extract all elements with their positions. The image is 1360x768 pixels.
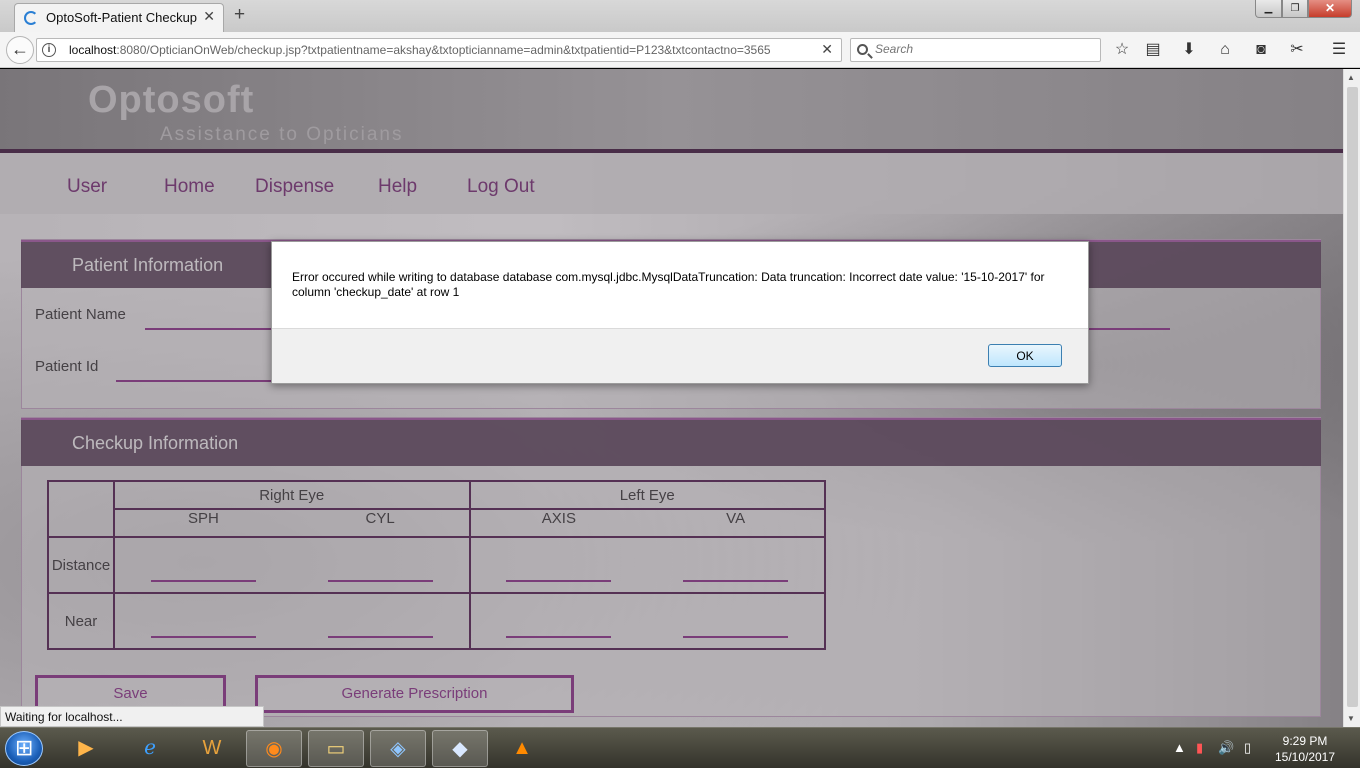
volume-icon[interactable]: 🔊 bbox=[1218, 740, 1234, 756]
home-icon[interactable]: ⌂ bbox=[1214, 40, 1236, 60]
scroll-down-icon[interactable]: ▼ bbox=[1347, 714, 1355, 723]
scroll-thumb[interactable] bbox=[1347, 87, 1358, 707]
ok-button[interactable]: OK bbox=[988, 344, 1062, 367]
maximize-button[interactable]: ❐ bbox=[1282, 0, 1308, 18]
tray-expand-icon[interactable]: ▲ bbox=[1173, 740, 1186, 755]
clock-time: 9:29 PM bbox=[1282, 734, 1328, 748]
browser-titlebar: OptoSoft-Patient Checkup ✕ + ▁ ❐ ✕ bbox=[0, 0, 1360, 32]
dialog-footer: OK bbox=[272, 328, 1088, 383]
loading-spinner-icon bbox=[24, 11, 38, 25]
pocket-icon[interactable]: ◙ bbox=[1250, 40, 1272, 60]
file-explorer-icon[interactable]: ▭ bbox=[308, 730, 364, 767]
firefox-icon[interactable]: ◉ bbox=[246, 730, 302, 767]
network-icon[interactable]: ▮ bbox=[1196, 740, 1203, 756]
error-dialog: Error occured while writing to database … bbox=[271, 241, 1089, 384]
system-clock[interactable]: 9:29 PM 15/10/2017 bbox=[1262, 733, 1348, 765]
search-input[interactable] bbox=[875, 42, 1095, 56]
search-box[interactable] bbox=[850, 38, 1101, 62]
url-bar[interactable]: i localhost:8080/OpticianOnWeb/checkup.j… bbox=[36, 38, 842, 62]
page-viewport: Optosoft Assistance to Opticians User Ho… bbox=[0, 69, 1343, 727]
internet-explorer-icon[interactable]: ℯ bbox=[122, 730, 178, 767]
url-host: localhost bbox=[69, 43, 117, 57]
download-icon[interactable]: ⬇ bbox=[1178, 40, 1200, 60]
search-icon bbox=[857, 44, 868, 55]
url-path: :8080/OpticianOnWeb/checkup.jsp?txtpatie… bbox=[116, 43, 771, 57]
close-window-button[interactable]: ✕ bbox=[1308, 0, 1352, 18]
browser-navbar: ← i localhost:8080/OpticianOnWeb/checkup… bbox=[0, 32, 1360, 68]
status-bar: Waiting for localhost... bbox=[0, 706, 264, 727]
back-arrow-icon[interactable]: ← bbox=[6, 36, 34, 64]
start-button[interactable] bbox=[5, 731, 43, 766]
vlc-icon[interactable]: ▲ bbox=[494, 730, 550, 767]
new-tab-icon[interactable]: + bbox=[234, 4, 245, 26]
url-text[interactable]: localhost:8080/OpticianOnWeb/checkup.jsp… bbox=[69, 43, 809, 57]
windows-taskbar: ▶ ℯ W ◉ ▭ ◈ ◆ ▲ ▲ ▮ 🔊 ▯ 9:29 PM 15/10/20… bbox=[0, 727, 1360, 768]
word-icon[interactable]: W bbox=[184, 730, 240, 767]
media-player-icon[interactable]: ▶ bbox=[58, 730, 114, 767]
info-icon[interactable]: i bbox=[42, 43, 56, 57]
star-bookmark-icon[interactable]: ☆ bbox=[1111, 40, 1133, 60]
tab-title: OptoSoft-Patient Checkup bbox=[46, 10, 198, 25]
browser-tab[interactable]: OptoSoft-Patient Checkup ✕ bbox=[14, 3, 224, 32]
screenshot-icon[interactable]: ✂ bbox=[1286, 40, 1308, 60]
battery-icon[interactable]: ▯ bbox=[1244, 740, 1251, 756]
minimize-button[interactable]: ▁ bbox=[1255, 0, 1282, 18]
mysql-workbench-icon[interactable]: ◈ bbox=[370, 730, 426, 767]
clock-date: 15/10/2017 bbox=[1274, 750, 1336, 764]
virtualbox-icon[interactable]: ◆ bbox=[432, 730, 488, 767]
modal-overlay bbox=[0, 69, 1343, 727]
tab-close-icon[interactable]: ✕ bbox=[203, 8, 215, 25]
clear-url-icon[interactable]: ✕ bbox=[821, 41, 833, 58]
reader-list-icon[interactable]: ▤ bbox=[1142, 40, 1164, 60]
page-scrollbar[interactable]: ▲ ▼ bbox=[1343, 69, 1360, 727]
error-message: Error occured while writing to database … bbox=[292, 270, 1045, 299]
scroll-up-icon[interactable]: ▲ bbox=[1347, 73, 1355, 82]
menu-hamburger-icon[interactable]: ☰ bbox=[1328, 40, 1350, 60]
